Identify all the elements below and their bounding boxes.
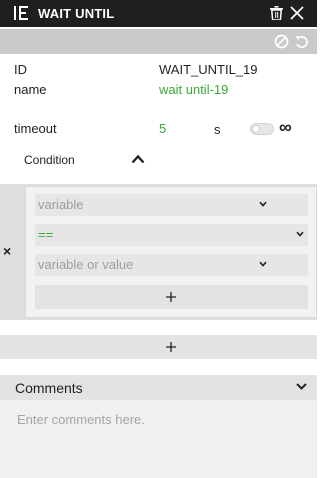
timeout-label: timeout xyxy=(14,121,57,136)
add-clause-button[interactable] xyxy=(35,285,308,309)
ie-logo-icon xyxy=(14,6,28,20)
left-operand-select[interactable]: variable xyxy=(35,194,308,216)
panel-title: WAIT UNTIL xyxy=(38,6,115,21)
name-value[interactable]: wait until-19 xyxy=(159,82,228,97)
infinite-toggle[interactable] xyxy=(250,123,274,135)
ban-icon[interactable] xyxy=(274,34,289,49)
comments-header[interactable]: Comments xyxy=(0,375,317,400)
action-toolbar xyxy=(0,29,317,54)
close-icon[interactable] xyxy=(290,6,304,20)
condition-label: Condition xyxy=(24,153,75,167)
name-label: name xyxy=(14,82,47,97)
right-operand-select[interactable]: variable or value xyxy=(35,254,308,276)
operator-value: == xyxy=(38,227,54,242)
trash-icon[interactable] xyxy=(270,6,283,20)
chevron-down-icon xyxy=(296,383,307,390)
id-value: WAIT_UNTIL_19 xyxy=(159,62,258,77)
comments-placeholder: Enter comments here. xyxy=(17,412,145,427)
chevron-down-icon xyxy=(296,231,304,237)
toggle-knob xyxy=(252,125,260,133)
chevron-up-icon[interactable] xyxy=(131,154,145,164)
id-label: ID xyxy=(14,62,27,77)
remove-condition-button[interactable]: × xyxy=(3,243,11,259)
undo-icon[interactable] xyxy=(294,34,309,49)
chevron-down-icon xyxy=(259,201,267,207)
plus-icon xyxy=(166,342,176,352)
right-operand-placeholder: variable or value xyxy=(38,257,134,272)
timeout-unit: s xyxy=(214,122,221,137)
infinity-symbol: ∞ xyxy=(279,117,292,137)
comments-label: Comments xyxy=(15,380,83,396)
plus-icon xyxy=(166,292,176,302)
operator-select[interactable]: == xyxy=(35,224,308,246)
add-condition-button[interactable] xyxy=(0,335,317,359)
comments-textarea[interactable]: Enter comments here. xyxy=(0,400,317,478)
timeout-value[interactable]: 5 xyxy=(159,121,166,136)
title-bar: WAIT UNTIL xyxy=(0,0,317,27)
left-operand-placeholder: variable xyxy=(38,197,84,212)
chevron-down-icon xyxy=(259,261,267,267)
